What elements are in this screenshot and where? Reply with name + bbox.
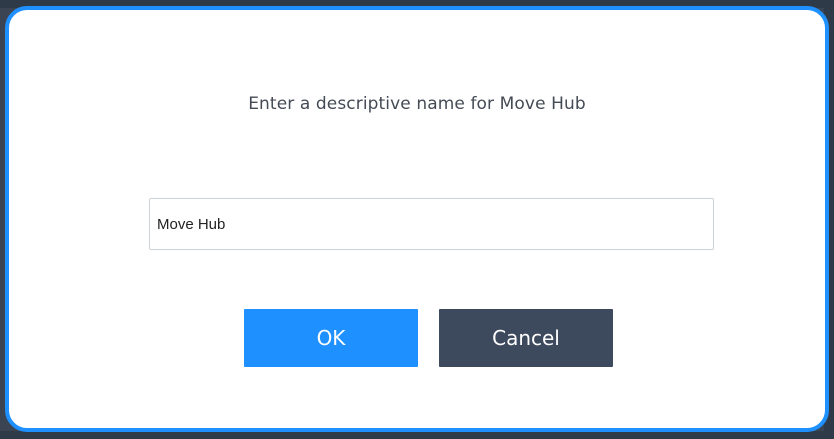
backdrop-bottom-edge (0, 431, 834, 439)
ok-button[interactable]: OK (244, 309, 418, 367)
cancel-button[interactable]: Cancel (439, 309, 613, 367)
dialog-prompt: Enter a descriptive name for Move Hub (248, 94, 586, 114)
device-name-input[interactable] (149, 198, 714, 250)
rename-dialog: Enter a descriptive name for Move Hub OK… (5, 6, 829, 432)
